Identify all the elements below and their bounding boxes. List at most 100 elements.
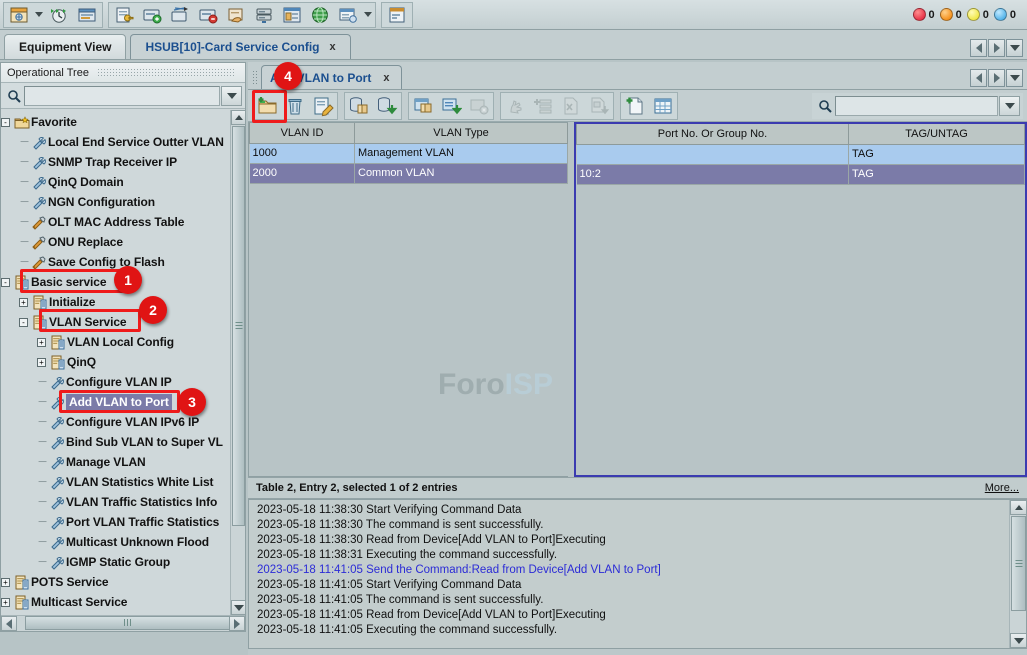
performance-clock-icon[interactable] (46, 3, 72, 27)
table-view-toolbar-button[interactable] (649, 93, 677, 119)
tree-node-multicast-unknown-flood[interactable]: ─Multicast Unknown Flood (1, 532, 230, 552)
tree-node-onu-replace[interactable]: ─ONU Replace (1, 232, 230, 252)
table-row[interactable]: TAG (577, 144, 1025, 164)
new-document-toolbar-button[interactable] (621, 93, 649, 119)
tree-node-pots-service[interactable]: +POTS Service (1, 572, 230, 592)
sub-tab-scroll-left-button[interactable] (970, 69, 987, 87)
tree-node-vlan-local-config[interactable]: +VLAN Local Config (1, 332, 230, 352)
vlan-table[interactable]: VLAN ID VLAN Type 1000Management VLAN200… (248, 122, 568, 477)
tree-node-snmp-trap-receiver-ip[interactable]: ─SNMP Trap Receiver IP (1, 152, 230, 172)
write-to-device-toolbar-button[interactable] (373, 93, 401, 119)
alarm-hand-icon[interactable] (223, 3, 249, 27)
topology-view-icon[interactable] (6, 3, 32, 27)
tree-expander-toggle[interactable]: + (37, 338, 46, 347)
tree-node-configure-vlan-ip[interactable]: ─Configure VLAN IP (1, 372, 230, 392)
tree-node-qinq[interactable]: +QinQ (1, 352, 230, 372)
scroll-thumb[interactable] (232, 126, 245, 526)
scroll-up-button[interactable] (231, 110, 246, 125)
tab-card-service-config[interactable]: HSUB[10]-Card Service Config x (130, 34, 350, 59)
tree-node-port-vlan-traffic-statistics[interactable]: ─Port VLAN Traffic Statistics (1, 512, 230, 532)
report-icon[interactable] (335, 3, 361, 27)
tree-node-ngn-configuration[interactable]: ─NGN Configuration (1, 192, 230, 212)
tree-expander-toggle[interactable]: - (19, 318, 28, 327)
tree-expander-toggle[interactable]: + (1, 578, 10, 587)
table-cell[interactable]: 2000 (250, 163, 355, 183)
tree-vertical-scrollbar[interactable] (230, 110, 245, 615)
dropdown-caret-icon-2[interactable] (362, 3, 374, 27)
remove-device-icon[interactable] (195, 3, 221, 27)
tree-node-initialize[interactable]: +Initialize (1, 292, 230, 312)
sub-tab-close-icon[interactable]: x (383, 72, 389, 84)
tree-node-olt-mac-address-table[interactable]: ─OLT MAC Address Table (1, 212, 230, 232)
edit-row-toolbar-button[interactable] (309, 93, 337, 119)
table-cell[interactable] (577, 144, 849, 164)
tab-equipment-view[interactable]: Equipment View (4, 34, 126, 59)
panel-search-input[interactable] (835, 96, 998, 116)
add-device-icon[interactable] (139, 3, 165, 27)
hscroll-track[interactable] (17, 616, 229, 631)
tree-node-vlan-service[interactable]: -VLAN Service (1, 312, 230, 332)
panel-search-dropdown-button[interactable] (999, 96, 1020, 116)
hscroll-thumb[interactable] (25, 616, 230, 630)
status-light-major[interactable]: 0 (940, 8, 962, 21)
table-row[interactable]: 1000Management VLAN (250, 143, 568, 163)
rack-icon[interactable] (251, 3, 277, 27)
sub-tab-scroll-right-button[interactable] (988, 69, 1005, 87)
tree-node-vlan-traffic-statistics-info[interactable]: ─VLAN Traffic Statistics Info (1, 492, 230, 512)
tree-expander-toggle[interactable]: + (19, 298, 28, 307)
tree-node-manage-vlan[interactable]: ─Manage VLAN (1, 452, 230, 472)
tree-expander-toggle[interactable]: + (37, 358, 46, 367)
column-header-vlan-type[interactable]: VLAN Type (355, 123, 568, 143)
log-line-list[interactable]: 2023-05-18 11:38:30 Start Verifying Comm… (249, 500, 1009, 648)
tree-node-bind-sub-vlan-to-super-vl[interactable]: ─Bind Sub VLAN to Super VL (1, 432, 230, 452)
tree-node-favorite[interactable]: -Favorite (1, 112, 230, 132)
globe-icon[interactable] (307, 3, 333, 27)
tab-scroll-right-button[interactable] (988, 39, 1005, 57)
tree-expander-toggle[interactable]: - (1, 278, 10, 287)
table-row[interactable]: 2000Common VLAN (250, 163, 568, 183)
tree-node-multicast-service[interactable]: +Multicast Service (1, 592, 230, 612)
device-list-icon[interactable] (74, 3, 100, 27)
drag-grip-icon[interactable] (97, 68, 235, 77)
tree-search-dropdown-button[interactable] (221, 86, 242, 106)
card-config-icon[interactable] (279, 3, 305, 27)
more-link[interactable]: More... (985, 482, 1019, 494)
log-scroll-down-button[interactable] (1010, 633, 1027, 648)
column-header-vlan-id[interactable]: VLAN ID (250, 123, 355, 143)
table-cell[interactable]: 1000 (250, 143, 355, 163)
log-vertical-scrollbar[interactable] (1009, 500, 1026, 648)
authorization-key-icon[interactable] (111, 3, 137, 27)
read-selected-toolbar-button[interactable] (409, 93, 437, 119)
table-cell[interactable]: Common VLAN (355, 163, 568, 183)
add-row-toolbar-button[interactable] (253, 93, 281, 119)
tree-search-input[interactable] (24, 86, 220, 106)
table-cell[interactable]: TAG (849, 144, 1025, 164)
tree-node-vlan-statistics-white-list[interactable]: ─VLAN Statistics White List (1, 472, 230, 492)
status-light-critical[interactable]: 0 (913, 8, 935, 21)
tree-expander-toggle[interactable]: - (1, 118, 10, 127)
delete-row-toolbar-button[interactable] (281, 93, 309, 119)
status-light-warning[interactable]: 0 (994, 8, 1016, 21)
dropdown-caret-icon[interactable] (33, 3, 45, 27)
column-header-port-no[interactable]: Port No. Or Group No. (577, 124, 849, 144)
table-cell[interactable]: TAG (849, 164, 1025, 184)
tree-node-add-vlan-to-port[interactable]: ─Add VLAN to Port (1, 392, 230, 412)
tree-node-configure-vlan-ipv6-ip[interactable]: ─Configure VLAN IPv6 IP (1, 412, 230, 432)
table-row[interactable]: 10:2TAG (577, 164, 1025, 184)
tree-node-qinq-domain[interactable]: ─QinQ Domain (1, 172, 230, 192)
log-scroll-up-button[interactable] (1010, 500, 1027, 515)
port-table[interactable]: Port No. Or Group No. TAG/UNTAG TAG10:2T… (574, 122, 1027, 477)
column-header-tag-untag[interactable]: TAG/UNTAG (849, 124, 1025, 144)
status-light-minor[interactable]: 0 (967, 8, 989, 21)
tree-node-save-config-to-flash[interactable]: ─Save Config to Flash (1, 252, 230, 272)
table-cell[interactable]: Management VLAN (355, 143, 568, 163)
window-list-icon[interactable] (384, 3, 410, 27)
scroll-down-button[interactable] (231, 600, 246, 615)
tree-expander-toggle[interactable]: + (1, 598, 10, 607)
close-icon[interactable]: x (330, 41, 336, 53)
tree-node-igmp-static-group[interactable]: ─IGMP Static Group (1, 552, 230, 572)
table-cell[interactable]: 10:2 (577, 164, 849, 184)
write-selected-toolbar-button[interactable] (437, 93, 465, 119)
read-from-device-toolbar-button[interactable] (345, 93, 373, 119)
tab-list-dropdown-button[interactable] (1006, 39, 1023, 57)
